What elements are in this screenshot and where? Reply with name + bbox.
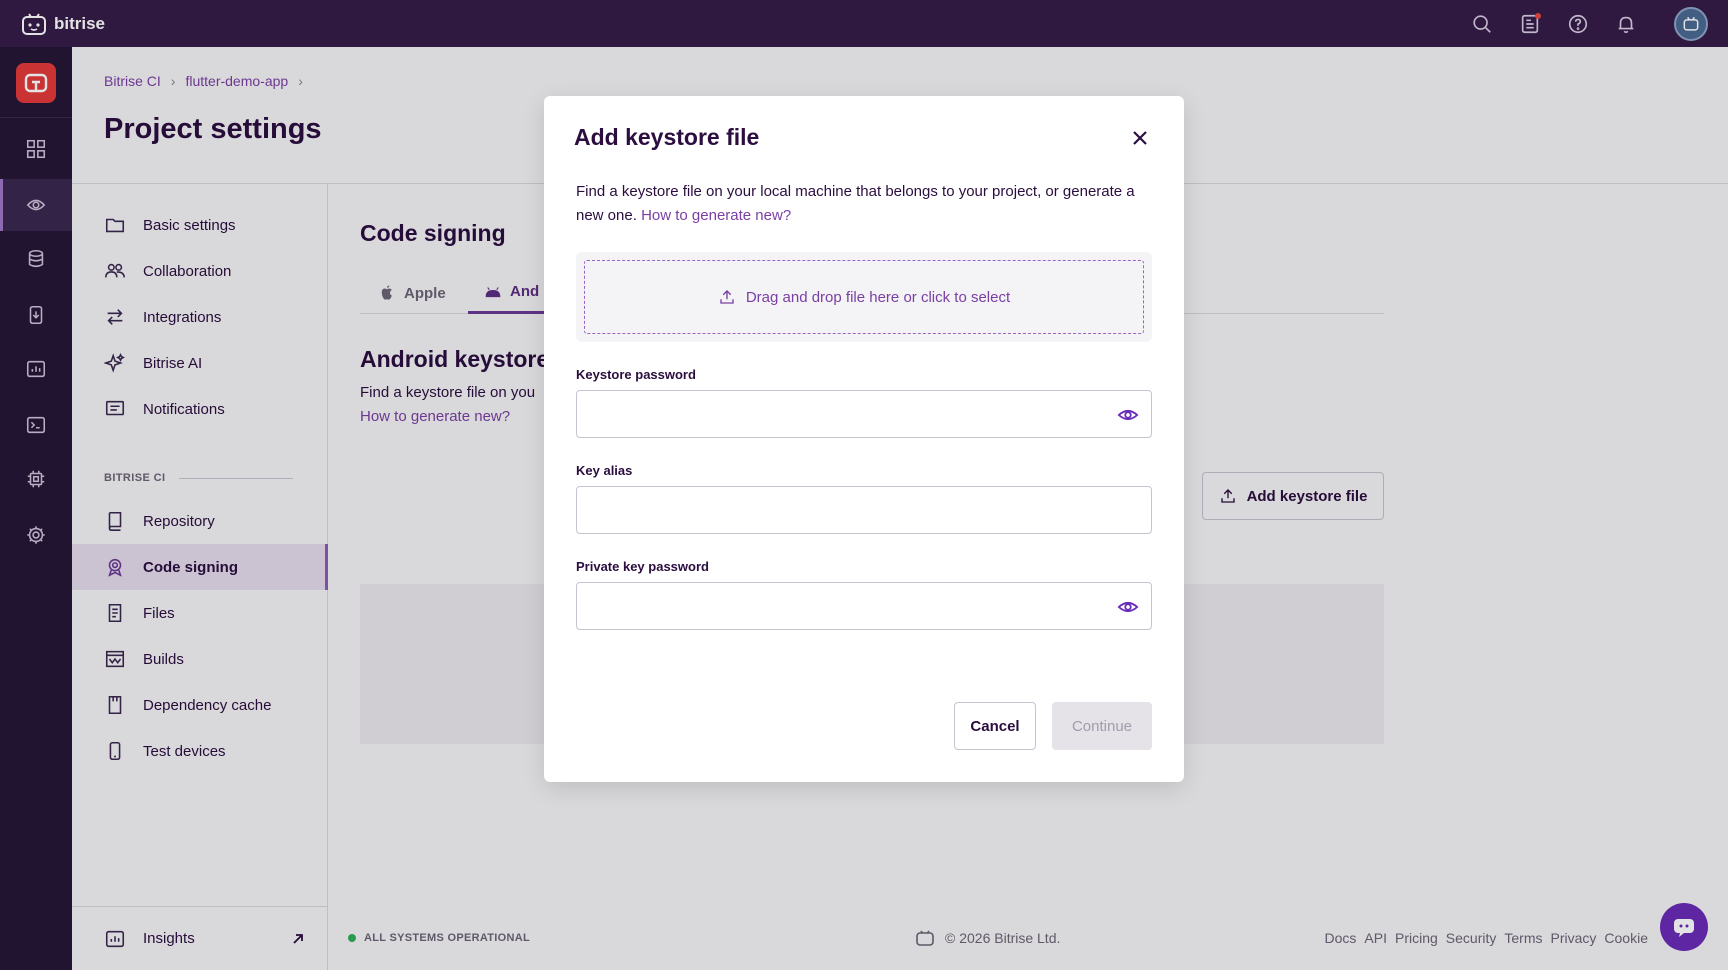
upload-icon	[720, 290, 734, 304]
eye-icon[interactable]	[1117, 596, 1139, 618]
key-alias-field[interactable]	[576, 486, 1152, 534]
dropzone-text: Drag and drop file here or click to sele…	[745, 288, 1011, 306]
keystore-password-input[interactable]	[577, 391, 1151, 437]
close-icon[interactable]	[1130, 128, 1150, 148]
dropzone-container: Drag and drop file here or click to sele…	[576, 252, 1152, 342]
modal-description: Find a keystore file on your local machi…	[576, 180, 1136, 228]
file-dropzone[interactable]: Drag and drop file here or click to sele…	[584, 260, 1144, 334]
cancel-button[interactable]: Cancel	[954, 702, 1036, 750]
keystore-password-field[interactable]	[576, 390, 1152, 438]
add-keystore-modal: Add keystore file Find a keystore file o…	[544, 96, 1184, 782]
eye-icon[interactable]	[1117, 404, 1139, 426]
continue-button[interactable]: Continue	[1052, 702, 1152, 750]
private-key-password-input[interactable]	[577, 583, 1151, 629]
private-key-password-field[interactable]	[576, 582, 1152, 630]
private-key-password-label: Private key password	[576, 559, 709, 574]
how-to-generate-link[interactable]: How to generate new?	[641, 207, 791, 224]
key-alias-input[interactable]	[577, 487, 1151, 533]
keystore-password-label: Keystore password	[576, 367, 696, 382]
key-alias-label: Key alias	[576, 463, 633, 478]
modal-title: Add keystore file	[574, 124, 760, 150]
